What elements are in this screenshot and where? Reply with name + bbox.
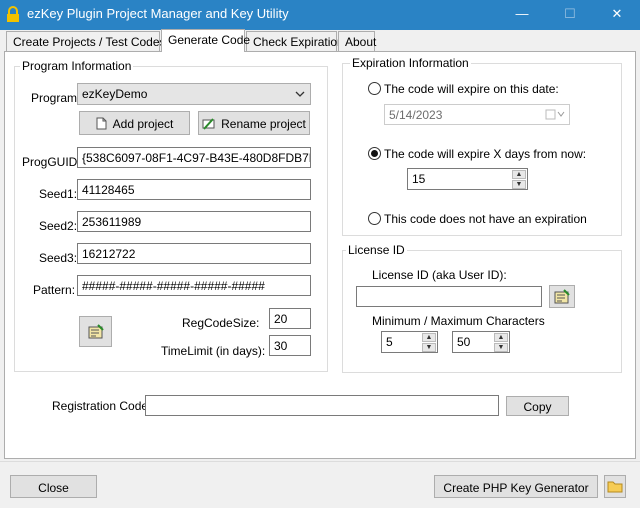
timelimit-field[interactable]: 30: [269, 335, 311, 356]
spinner-arrows[interactable]: ▲ ▼: [512, 170, 526, 189]
spin-up-icon[interactable]: ▲: [422, 333, 436, 342]
spin-down-icon[interactable]: ▼: [494, 343, 508, 352]
generate-icon: [554, 289, 570, 304]
maximize-button[interactable]: ☐: [547, 0, 593, 30]
rename-project-button[interactable]: Rename project: [198, 111, 310, 135]
spin-down-icon[interactable]: ▼: [512, 180, 526, 189]
program-dropdown[interactable]: ezKeyDemo: [77, 83, 311, 105]
create-php-keygen-button[interactable]: Create PHP Key Generator: [434, 475, 598, 498]
close-button[interactable]: Close: [10, 475, 97, 498]
pattern-field[interactable]: #####-#####-#####-#####-#####: [77, 275, 311, 296]
copy-button[interactable]: Copy: [506, 396, 569, 416]
add-project-button[interactable]: Add project: [79, 111, 190, 135]
no-expiration-label: This code does not have an expiration: [384, 212, 587, 226]
rename-icon: [202, 118, 215, 130]
min-chars-value: 5: [386, 335, 393, 349]
minmax-label: Minimum / Maximum Characters: [372, 314, 545, 328]
spin-up-icon[interactable]: ▲: [512, 170, 526, 179]
add-project-label: Add project: [112, 117, 174, 131]
tab-check-expiration[interactable]: Check Expiration: [246, 31, 344, 51]
spin-up-icon[interactable]: ▲: [494, 333, 508, 342]
spin-down-icon[interactable]: ▼: [422, 343, 436, 352]
expire-date-picker[interactable]: 5/14/2023: [384, 104, 570, 125]
radio-no-expiration[interactable]: [368, 212, 381, 225]
folder-icon: [607, 481, 623, 493]
close-window-button[interactable]: ✕: [594, 0, 640, 30]
regcodesize-field[interactable]: 20: [269, 308, 311, 329]
registration-code-label: Registration Code:: [52, 399, 152, 413]
progguid-label: ProgGUID:: [22, 155, 81, 169]
pattern-label: Pattern:: [33, 283, 76, 297]
seed2-label: Seed2:: [39, 219, 78, 233]
seed1-field[interactable]: 41128465: [77, 179, 311, 200]
expire-days-value: 15: [412, 172, 426, 186]
program-label: Program:: [31, 91, 81, 105]
footer-divider: [0, 461, 640, 462]
seed3-label: Seed3:: [39, 251, 78, 265]
progguid-field[interactable]: {538C6097-08F1-4C97-B43E-480D8FDB7DD9}: [77, 147, 311, 168]
timelimit-label: TimeLimit (in days):: [161, 344, 266, 358]
min-chars-spinner[interactable]: 5 ▲ ▼: [381, 331, 438, 353]
seed1-label: Seed1:: [39, 187, 78, 201]
generate-icon: [88, 324, 104, 339]
seed3-field[interactable]: 16212722: [77, 243, 311, 264]
generate-guid-button[interactable]: [79, 316, 112, 347]
radio-expire-date[interactable]: [368, 82, 381, 95]
open-folder-button[interactable]: [604, 475, 626, 498]
license-id-field[interactable]: [356, 286, 542, 307]
calendar-dropdown-icon: [545, 109, 565, 120]
max-chars-spinner[interactable]: 50 ▲ ▼: [452, 331, 510, 353]
new-document-icon: [96, 117, 107, 130]
generate-license-id-button[interactable]: [549, 285, 575, 308]
spinner-arrows[interactable]: ▲ ▼: [494, 333, 508, 352]
max-chars-value: 50: [457, 335, 471, 349]
expire-date-label: The code will expire on this date:: [384, 82, 559, 96]
seed2-field[interactable]: 253611989: [77, 211, 311, 232]
window-title: ezKey Plugin Project Manager and Key Uti…: [27, 6, 289, 21]
regcodesize-label: RegCodeSize:: [182, 316, 260, 330]
chevron-down-icon: [295, 91, 305, 97]
radio-expire-days[interactable]: [368, 147, 381, 160]
expire-days-label: The code will expire X days from now:: [384, 147, 587, 161]
tab-create-projects[interactable]: Create Projects / Test Codes: [6, 31, 166, 51]
rename-project-label: Rename project: [221, 117, 306, 131]
program-info-legend: Program Information: [20, 59, 134, 73]
expiration-legend: Expiration Information: [350, 56, 471, 70]
minimize-button[interactable]: —: [499, 0, 545, 30]
spinner-arrows[interactable]: ▲ ▼: [422, 333, 436, 352]
program-value: ezKeyDemo: [82, 87, 148, 101]
tab-about[interactable]: About: [338, 31, 376, 51]
title-bar: ezKey Plugin Project Manager and Key Uti…: [0, 0, 640, 30]
registration-code-field[interactable]: [145, 395, 499, 416]
tab-generate-code[interactable]: Generate Code: [161, 29, 250, 52]
expire-days-spinner[interactable]: 15 ▲ ▼: [407, 168, 528, 190]
lock-icon: [7, 6, 19, 22]
license-legend: License ID: [346, 243, 407, 257]
license-id-label: License ID (aka User ID):: [372, 268, 507, 282]
expire-date-value: 5/14/2023: [389, 108, 443, 122]
